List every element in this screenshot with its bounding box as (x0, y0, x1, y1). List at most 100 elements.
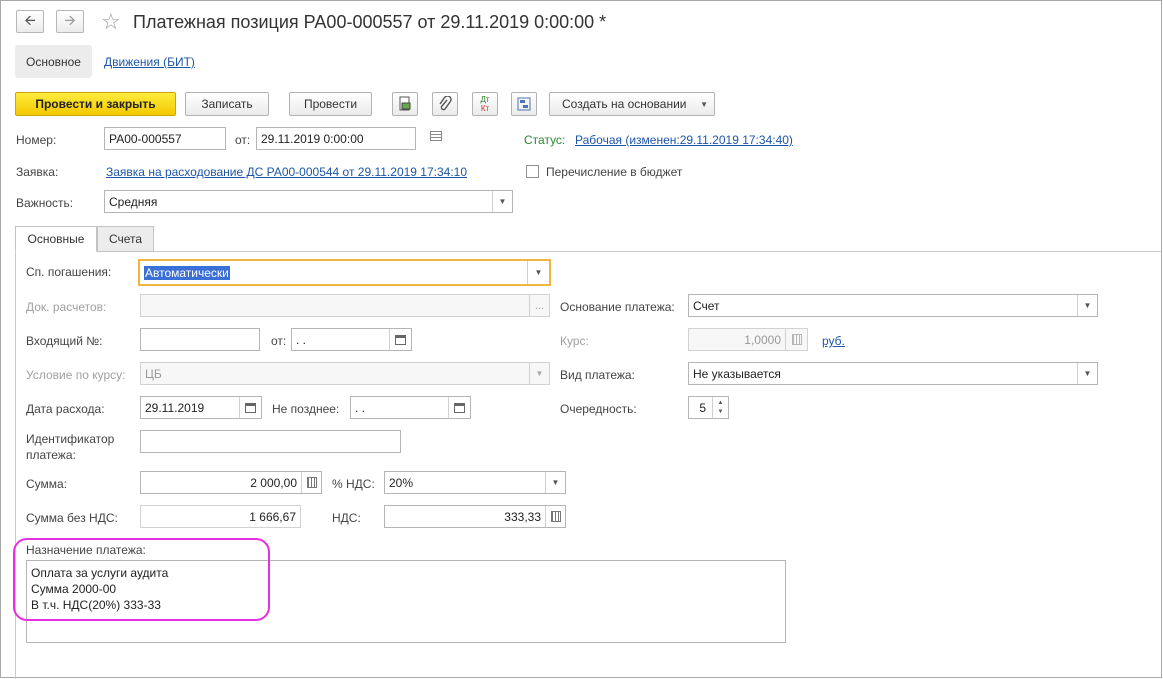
calendar-icon[interactable] (389, 329, 411, 350)
vat-rate-label: % НДС: (332, 477, 375, 491)
arrow-right-icon: 🡪 (64, 11, 76, 28)
doc-input: ... (140, 294, 550, 317)
sum-label: Сумма: (26, 477, 68, 491)
comment-icon[interactable] (430, 131, 442, 141)
budget-transfer-label: Перечисление в бюджет (546, 165, 683, 179)
priority-stepper[interactable]: 5 ▲ ▼ (688, 396, 729, 419)
number-input[interactable]: РА00-000557 (104, 127, 226, 150)
section-movements-link[interactable]: Движения (БИТ) (104, 55, 195, 69)
basis-label: Основание платежа: (560, 300, 675, 314)
vat-label: НДС: (332, 511, 361, 525)
dt-kt-button[interactable]: Дт Кт (472, 92, 498, 116)
forward-button[interactable]: 🡪 (56, 10, 84, 33)
payment-id-label-2: платежа: (26, 448, 76, 462)
rate-label: Курс: (560, 334, 589, 348)
calendar-icon[interactable] (448, 397, 470, 418)
basis-select[interactable]: Счет ▼ (688, 294, 1098, 317)
request-label: Заявка: (16, 165, 59, 179)
highlight-annotation (13, 538, 270, 621)
date-input[interactable]: 29.11.2019 0:00:00 (256, 127, 416, 150)
repayment-value: Автоматически (144, 265, 230, 280)
structure-button[interactable] (511, 92, 537, 116)
vat-rate-select[interactable]: 20% ▼ (384, 471, 566, 494)
rate-condition-select: ЦБ ▼ (140, 362, 550, 385)
paperclip-icon (439, 96, 452, 111)
calculator-icon[interactable] (545, 506, 565, 527)
expense-date-input[interactable]: 29.11.2019 (140, 396, 262, 419)
sum-value: 2 000,00 (250, 475, 297, 490)
save-button[interactable]: Записать (185, 92, 269, 116)
currency-link[interactable]: руб. (822, 334, 845, 348)
chevron-down-icon[interactable]: ▼ (1077, 295, 1097, 316)
rate-input: 1,0000 (688, 328, 808, 351)
rate-condition-label: Условие по курсу: (26, 368, 126, 382)
chevron-down-icon[interactable]: ▼ (1077, 363, 1097, 384)
section-main[interactable]: Основное (15, 45, 92, 78)
tab-main-label: Основные (27, 232, 85, 246)
chevron-down-icon[interactable]: ▼ (545, 472, 565, 493)
status-link[interactable]: Рабочая (изменен:29.11.2019 17:34:40) (575, 133, 793, 147)
importance-value: Средняя (109, 194, 158, 209)
repayment-select[interactable]: Автоматически ▼ (138, 259, 551, 286)
not-later-value: . . (355, 400, 366, 415)
request-link[interactable]: Заявка на расходование ДС РА00-000544 от… (106, 165, 467, 179)
calculator-icon (785, 329, 807, 350)
repayment-label: Сп. погашения: (26, 265, 112, 279)
arrow-left-icon: 🡨 (24, 11, 36, 28)
sum-input[interactable]: 2 000,00 (140, 471, 322, 494)
payment-id-input[interactable] (140, 430, 401, 453)
payment-type-value: Не указывается (693, 366, 781, 381)
payment-id-label-1: Идентификатор (26, 432, 115, 446)
tab-accounts-label: Счета (108, 232, 143, 246)
payment-type-label: Вид платежа: (560, 368, 635, 382)
date-label: от: (235, 133, 251, 147)
incoming-number-input[interactable] (140, 328, 260, 351)
document-window: 🡨 🡪 ☆ Платежная позиция РА00-000557 от 2… (0, 0, 1162, 679)
doc-label: Док. расчетов: (26, 300, 107, 314)
not-later-input[interactable]: . . (350, 396, 471, 419)
create-based-on-button[interactable]: Создать на основании ▼ (549, 92, 715, 116)
create-based-on-label: Создать на основании (562, 97, 687, 111)
calendar-icon[interactable] (239, 397, 261, 418)
vat-value: 333,33 (504, 509, 541, 524)
expense-date-value: 29.11.2019 (145, 400, 205, 415)
vat-rate-value: 20% (389, 475, 414, 490)
budget-transfer-checkbox[interactable] (526, 165, 539, 178)
section-main-label: Основное (26, 54, 81, 69)
status-label: Статус: (524, 133, 566, 147)
dt-kt-icon: Дт Кт (480, 95, 490, 113)
select-button: ... (529, 295, 549, 316)
payment-type-select[interactable]: Не указывается ▼ (688, 362, 1098, 385)
chevron-down-icon[interactable]: ▼ (492, 191, 512, 212)
print-icon (399, 96, 411, 111)
chevron-down-icon[interactable]: ▼ (527, 261, 549, 284)
print-button[interactable] (392, 92, 418, 116)
incoming-date-value: . . (296, 332, 307, 347)
basis-value: Счет (693, 298, 720, 313)
attach-button[interactable] (432, 92, 458, 116)
incoming-label: Входящий №: (26, 334, 103, 348)
priority-value: 5 (699, 400, 706, 415)
star-icon[interactable]: ☆ (101, 9, 121, 35)
post-button[interactable]: Провести (289, 92, 372, 116)
expense-date-label: Дата расхода: (26, 402, 105, 416)
rate-value: 1,0000 (744, 332, 781, 347)
triangle-down-icon: ▼ (700, 99, 708, 109)
rate-condition-value: ЦБ (145, 366, 162, 381)
number-label: Номер: (16, 133, 57, 147)
stepper-arrows-icon[interactable]: ▲ ▼ (712, 397, 728, 418)
post-and-close-button[interactable]: Провести и закрыть (15, 92, 176, 116)
hierarchy-icon (517, 97, 531, 111)
tab-main[interactable]: Основные (15, 226, 97, 252)
sum-no-vat-field: 1 666,67 (140, 505, 301, 528)
vat-input[interactable]: 333,33 (384, 505, 566, 528)
calculator-icon[interactable] (301, 472, 321, 493)
incoming-date-input[interactable]: . . (291, 328, 412, 351)
page-title: Платежная позиция РА00-000557 от 29.11.2… (133, 12, 607, 32)
tab-accounts[interactable]: Счета (97, 226, 154, 252)
chevron-down-icon: ▼ (529, 363, 549, 384)
back-button[interactable]: 🡨 (16, 10, 44, 33)
not-later-label: Не позднее: (272, 402, 340, 416)
tabbar-divider (15, 251, 1161, 252)
importance-select[interactable]: Средняя ▼ (104, 190, 513, 213)
